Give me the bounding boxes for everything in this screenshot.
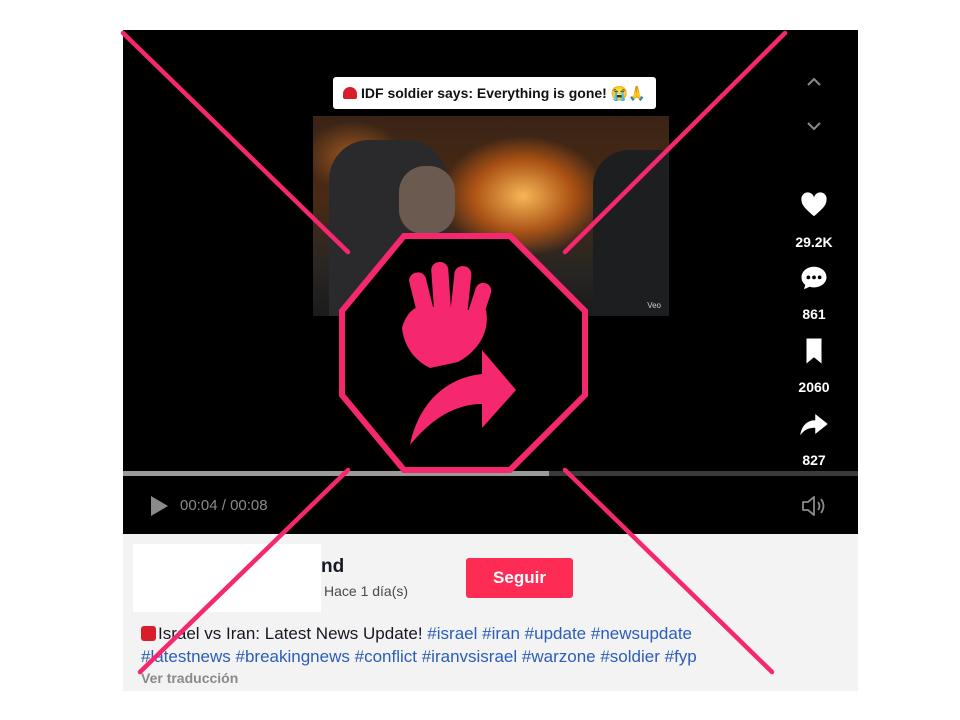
siren-emoji-icon bbox=[343, 87, 357, 99]
caption-emojis: 😭🙏 bbox=[610, 84, 646, 101]
siren-emoji-icon bbox=[141, 626, 156, 641]
save-count: 2060 bbox=[798, 379, 830, 395]
hashtag[interactable]: #warzone bbox=[522, 647, 596, 666]
video-caption-banner: IDF soldier says: Everything is gone! 😭🙏 bbox=[333, 77, 656, 109]
video-player[interactable]: IDF soldier says: Everything is gone! 😭🙏… bbox=[123, 30, 858, 534]
description-text: Israel vs Iran: Latest News Update! bbox=[158, 624, 423, 643]
author-name[interactable]: nd bbox=[321, 556, 344, 578]
share-count: 827 bbox=[802, 452, 826, 468]
time-display: 00:04 / 00:08 bbox=[180, 497, 268, 514]
like-count: 29.2K bbox=[795, 234, 833, 250]
veo-watermark: Veo bbox=[647, 301, 661, 310]
current-time: 00:04 bbox=[180, 497, 218, 514]
comment-count: 861 bbox=[802, 306, 826, 322]
hashtag[interactable]: #israel bbox=[427, 624, 477, 643]
play-icon[interactable] bbox=[149, 495, 169, 517]
video-frame[interactable]: Veo bbox=[313, 116, 669, 316]
hashtag[interactable]: #latestnews bbox=[141, 647, 231, 666]
player-controls: 00:04 / 00:08 bbox=[123, 476, 858, 534]
translate-link[interactable]: Ver traducción bbox=[141, 670, 238, 686]
video-caption-text: IDF soldier says: Everything is gone! bbox=[361, 85, 607, 101]
hashtag[interactable]: #newsupdate bbox=[591, 624, 692, 643]
follow-button[interactable]: Seguir bbox=[466, 558, 573, 598]
comment-icon[interactable] bbox=[799, 263, 829, 293]
duration: 00:08 bbox=[230, 497, 268, 514]
time-separator: / bbox=[217, 497, 231, 514]
hashtag[interactable]: #update bbox=[525, 624, 586, 643]
heart-icon[interactable] bbox=[799, 190, 829, 220]
chevron-up-icon[interactable] bbox=[806, 74, 822, 90]
hashtag[interactable]: #breakingnews bbox=[236, 647, 350, 666]
hashtag[interactable]: #iranvsisrael bbox=[422, 647, 517, 666]
redacted-author-block bbox=[133, 544, 321, 612]
share-arrow-icon[interactable] bbox=[799, 409, 829, 439]
post-info-panel: nd Hace 1 día(s) Seguir Israel vs Iran: … bbox=[123, 534, 858, 691]
chevron-down-icon[interactable] bbox=[806, 118, 822, 134]
post-timestamp: Hace 1 día(s) bbox=[324, 583, 409, 599]
hashtag[interactable]: #soldier bbox=[600, 647, 660, 666]
post-description: Israel vs Iran: Latest News Update! #isr… bbox=[141, 622, 781, 668]
reporter-figure bbox=[593, 150, 669, 316]
soldier-figure bbox=[329, 140, 455, 316]
hashtag[interactable]: #fyp bbox=[665, 647, 697, 666]
bookmark-icon[interactable] bbox=[799, 336, 829, 366]
hashtag[interactable]: #conflict bbox=[355, 647, 417, 666]
volume-icon[interactable] bbox=[801, 495, 827, 517]
hashtag[interactable]: #iran bbox=[482, 624, 520, 643]
